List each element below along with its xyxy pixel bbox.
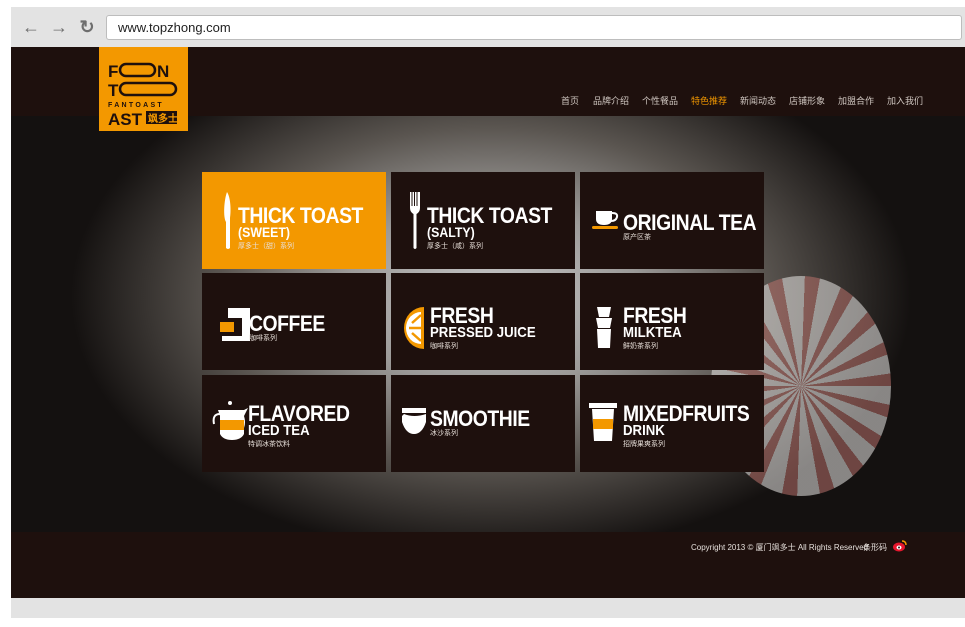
smoothie-bowl-icon — [402, 408, 426, 434]
nav-item-franchise[interactable]: 加盟合作 — [838, 94, 874, 107]
stacked-cups-icon — [596, 307, 612, 348]
svg-text:F: F — [108, 62, 118, 81]
weibo-icon[interactable] — [893, 539, 907, 552]
nav-item-news[interactable]: 新闻动态 — [740, 94, 776, 107]
svg-text:T: T — [108, 81, 119, 100]
nav-item-join[interactable]: 加入我们 — [887, 94, 923, 107]
nav-item-products[interactable]: 个性餐品 — [642, 94, 678, 107]
tile-fresh-pressed-juice[interactable]: FRESH PRESSED JUICE 咖啡系列 — [391, 273, 575, 370]
nav-item-home[interactable]: 首页 — [561, 94, 579, 107]
svg-text:AST: AST — [108, 110, 143, 129]
takeaway-cup-icon — [589, 403, 617, 441]
page: F N T FANTOAST AST 飒多士 首页 品牌介绍 个性餐品 特色推荐… — [11, 47, 965, 598]
arrow-left-icon[interactable]: ← — [21, 17, 41, 37]
knife-icon — [224, 192, 231, 249]
nav-item-brand[interactable]: 品牌介绍 — [593, 94, 629, 107]
browser-toolbar: ← → ↻ www.topzhong.com — [11, 7, 965, 47]
orange-slice-icon — [404, 307, 424, 349]
site-footer: Copyright 2013 © 厦门飒多士 All Rights Reserv… — [11, 532, 965, 598]
tile-mixedfruits-drink[interactable]: MIXEDFRUITS DRINK 招牌果爽系列 — [580, 375, 764, 472]
fork-icon — [410, 192, 420, 249]
teapot-icon — [212, 401, 248, 440]
tile-coffee[interactable]: COFFEE 咖啡系列 — [202, 273, 386, 370]
fantoast-logo[interactable]: F N T FANTOAST AST 飒多士 — [99, 47, 188, 131]
tile-thick-toast-salty[interactable]: THICK TOAST (SALTY) 厚多士（咸）系列 — [391, 172, 575, 269]
address-bar[interactable]: www.topzhong.com — [106, 15, 962, 40]
nav-item-stores[interactable]: 店铺形象 — [789, 94, 825, 107]
browser-bottom-bar — [11, 598, 965, 618]
tile-flavored-iced-tea[interactable]: FLAVORED ICED TEA 特调冰茶饮料 — [202, 375, 386, 472]
tile-fresh-milktea[interactable]: FRESH MILKTEA 鲜奶茶系列 — [580, 273, 764, 370]
tile-original-tea[interactable]: ORIGINAL TEA 原产区茶 — [580, 172, 764, 269]
tile-smoothie[interactable]: SMOOTHIE 冰沙系列 — [391, 375, 575, 472]
coffee-machine-icon — [220, 308, 250, 341]
tile-thick-toast-sweet[interactable]: THICK TOAST (SWEET) 厚多士（甜）系列 — [202, 172, 386, 269]
arrow-right-icon[interactable]: → — [49, 17, 69, 37]
copyright-text: Copyright 2013 © 厦门飒多士 All Rights Reserv… — [691, 543, 869, 552]
nav-item-featured[interactable]: 特色推荐 — [691, 94, 727, 107]
barcode-link[interactable]: 条形码 — [863, 542, 887, 553]
teacup-icon — [592, 211, 619, 229]
reload-icon[interactable]: ↻ — [77, 17, 97, 37]
svg-text:FANTOAST: FANTOAST — [108, 102, 164, 109]
svg-text:N: N — [157, 62, 169, 81]
svg-text:飒多士: 飒多士 — [148, 112, 178, 125]
